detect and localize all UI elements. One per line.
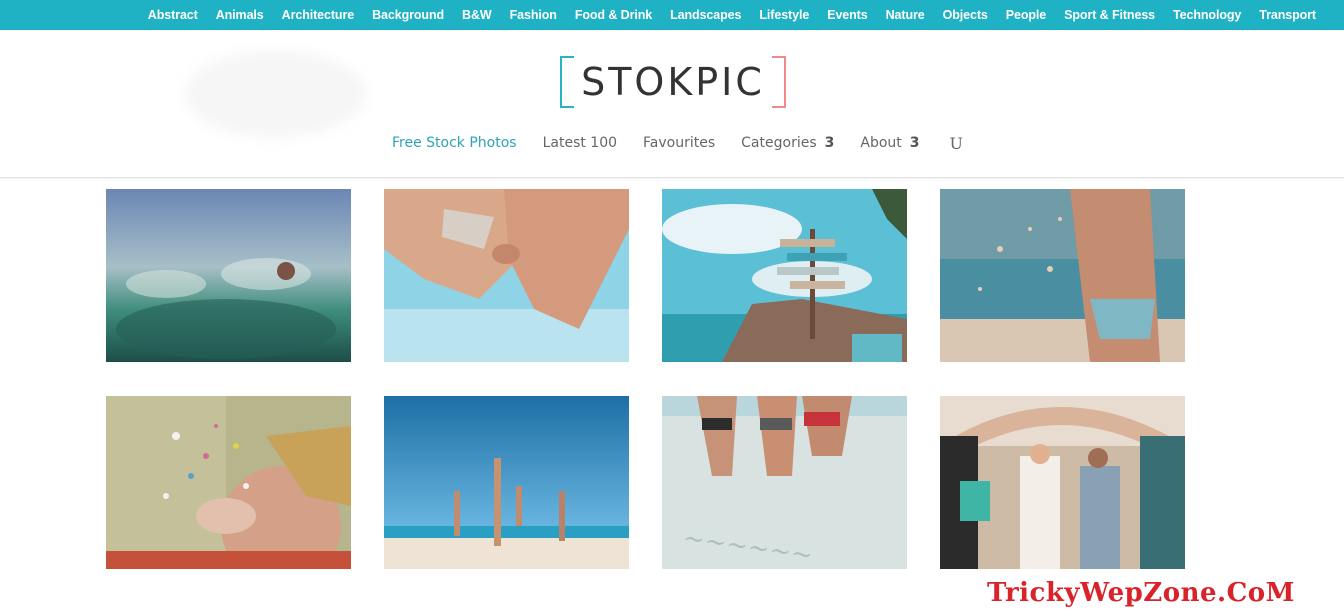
- photo-beach-jump-image: [384, 396, 629, 569]
- category-link-food-drink[interactable]: Food & Drink: [575, 8, 652, 22]
- category-link-events[interactable]: Events: [827, 8, 868, 22]
- category-link-abstract[interactable]: Abstract: [148, 8, 198, 22]
- photo-wedding-arch[interactable]: [940, 396, 1185, 569]
- category-link-sport-fitness[interactable]: Sport & Fitness: [1064, 8, 1155, 22]
- photo-sand-throw[interactable]: [940, 189, 1185, 362]
- category-link-people[interactable]: People: [1006, 8, 1046, 22]
- photo-wedding-arch-image: [940, 396, 1185, 569]
- logo-text: STOKPIC: [581, 60, 765, 104]
- category-link-nature[interactable]: Nature: [886, 8, 925, 22]
- nav-latest-100[interactable]: Latest 100: [543, 135, 617, 151]
- search-icon: U: [949, 133, 964, 153]
- category-link-background[interactable]: Background: [372, 8, 444, 22]
- photo-confetti-blow-image: [106, 396, 351, 569]
- photo-water-splash-image: [106, 189, 351, 362]
- logo-right-bracket: [772, 56, 786, 108]
- photo-beach-jump[interactable]: [384, 396, 629, 569]
- photo-signpost-beach-image: [662, 189, 907, 362]
- photo-signpost-beach[interactable]: [662, 189, 907, 362]
- photo-grid: ~~~~~~: [106, 189, 1185, 569]
- nav-label: Favourites: [643, 135, 716, 151]
- nav-label: Free Stock Photos: [392, 135, 517, 151]
- dropdown-caret-icon: 3: [909, 135, 920, 151]
- photo-confetti-blow[interactable]: [106, 396, 351, 569]
- category-link-architecture[interactable]: Architecture: [282, 8, 355, 22]
- category-link-animals[interactable]: Animals: [216, 8, 264, 22]
- nav-label: Latest 100: [542, 135, 618, 151]
- site-header: STOKPIC Free Stock Photos Latest 100 Fav…: [0, 30, 1344, 178]
- photo-friends-sand[interactable]: ~~~~~~: [662, 396, 907, 569]
- photo-legs-sky-image: [384, 189, 629, 362]
- category-link-transport[interactable]: Transport: [1259, 8, 1316, 22]
- blurred-region: [184, 50, 366, 138]
- category-link-technology[interactable]: Technology: [1173, 8, 1241, 22]
- nav-about[interactable]: About 3: [860, 135, 919, 151]
- category-bar: Abstract Animals Architecture Background…: [0, 0, 1344, 30]
- category-link-fashion[interactable]: Fashion: [510, 8, 557, 22]
- photo-sand-throw-image: [940, 189, 1185, 362]
- logo-left-bracket: [560, 56, 574, 108]
- watermark-text: TrickyWepZone.CoM: [987, 578, 1295, 608]
- photo-friends-sand-image: ~~~~~~: [662, 396, 907, 569]
- photo-legs-sky[interactable]: [384, 189, 629, 362]
- category-link-lifestyle[interactable]: Lifestyle: [759, 8, 809, 22]
- nav-categories[interactable]: Categories 3: [741, 135, 834, 151]
- category-link-landscapes[interactable]: Landscapes: [670, 8, 741, 22]
- photo-water-splash[interactable]: [106, 189, 351, 362]
- site-logo[interactable]: STOKPIC: [560, 56, 786, 108]
- nav-free-stock-photos[interactable]: Free Stock Photos: [392, 135, 517, 151]
- main-nav: Free Stock Photos Latest 100 Favourites …: [392, 131, 989, 155]
- category-link-bw[interactable]: B&W: [462, 8, 492, 22]
- dropdown-caret-icon: 3: [824, 135, 835, 151]
- category-link-objects[interactable]: Objects: [943, 8, 988, 22]
- nav-label: Categories: [741, 135, 817, 151]
- nav-favourites[interactable]: Favourites: [643, 135, 715, 151]
- nav-label: About: [860, 135, 902, 151]
- search-button[interactable]: U: [946, 134, 963, 153]
